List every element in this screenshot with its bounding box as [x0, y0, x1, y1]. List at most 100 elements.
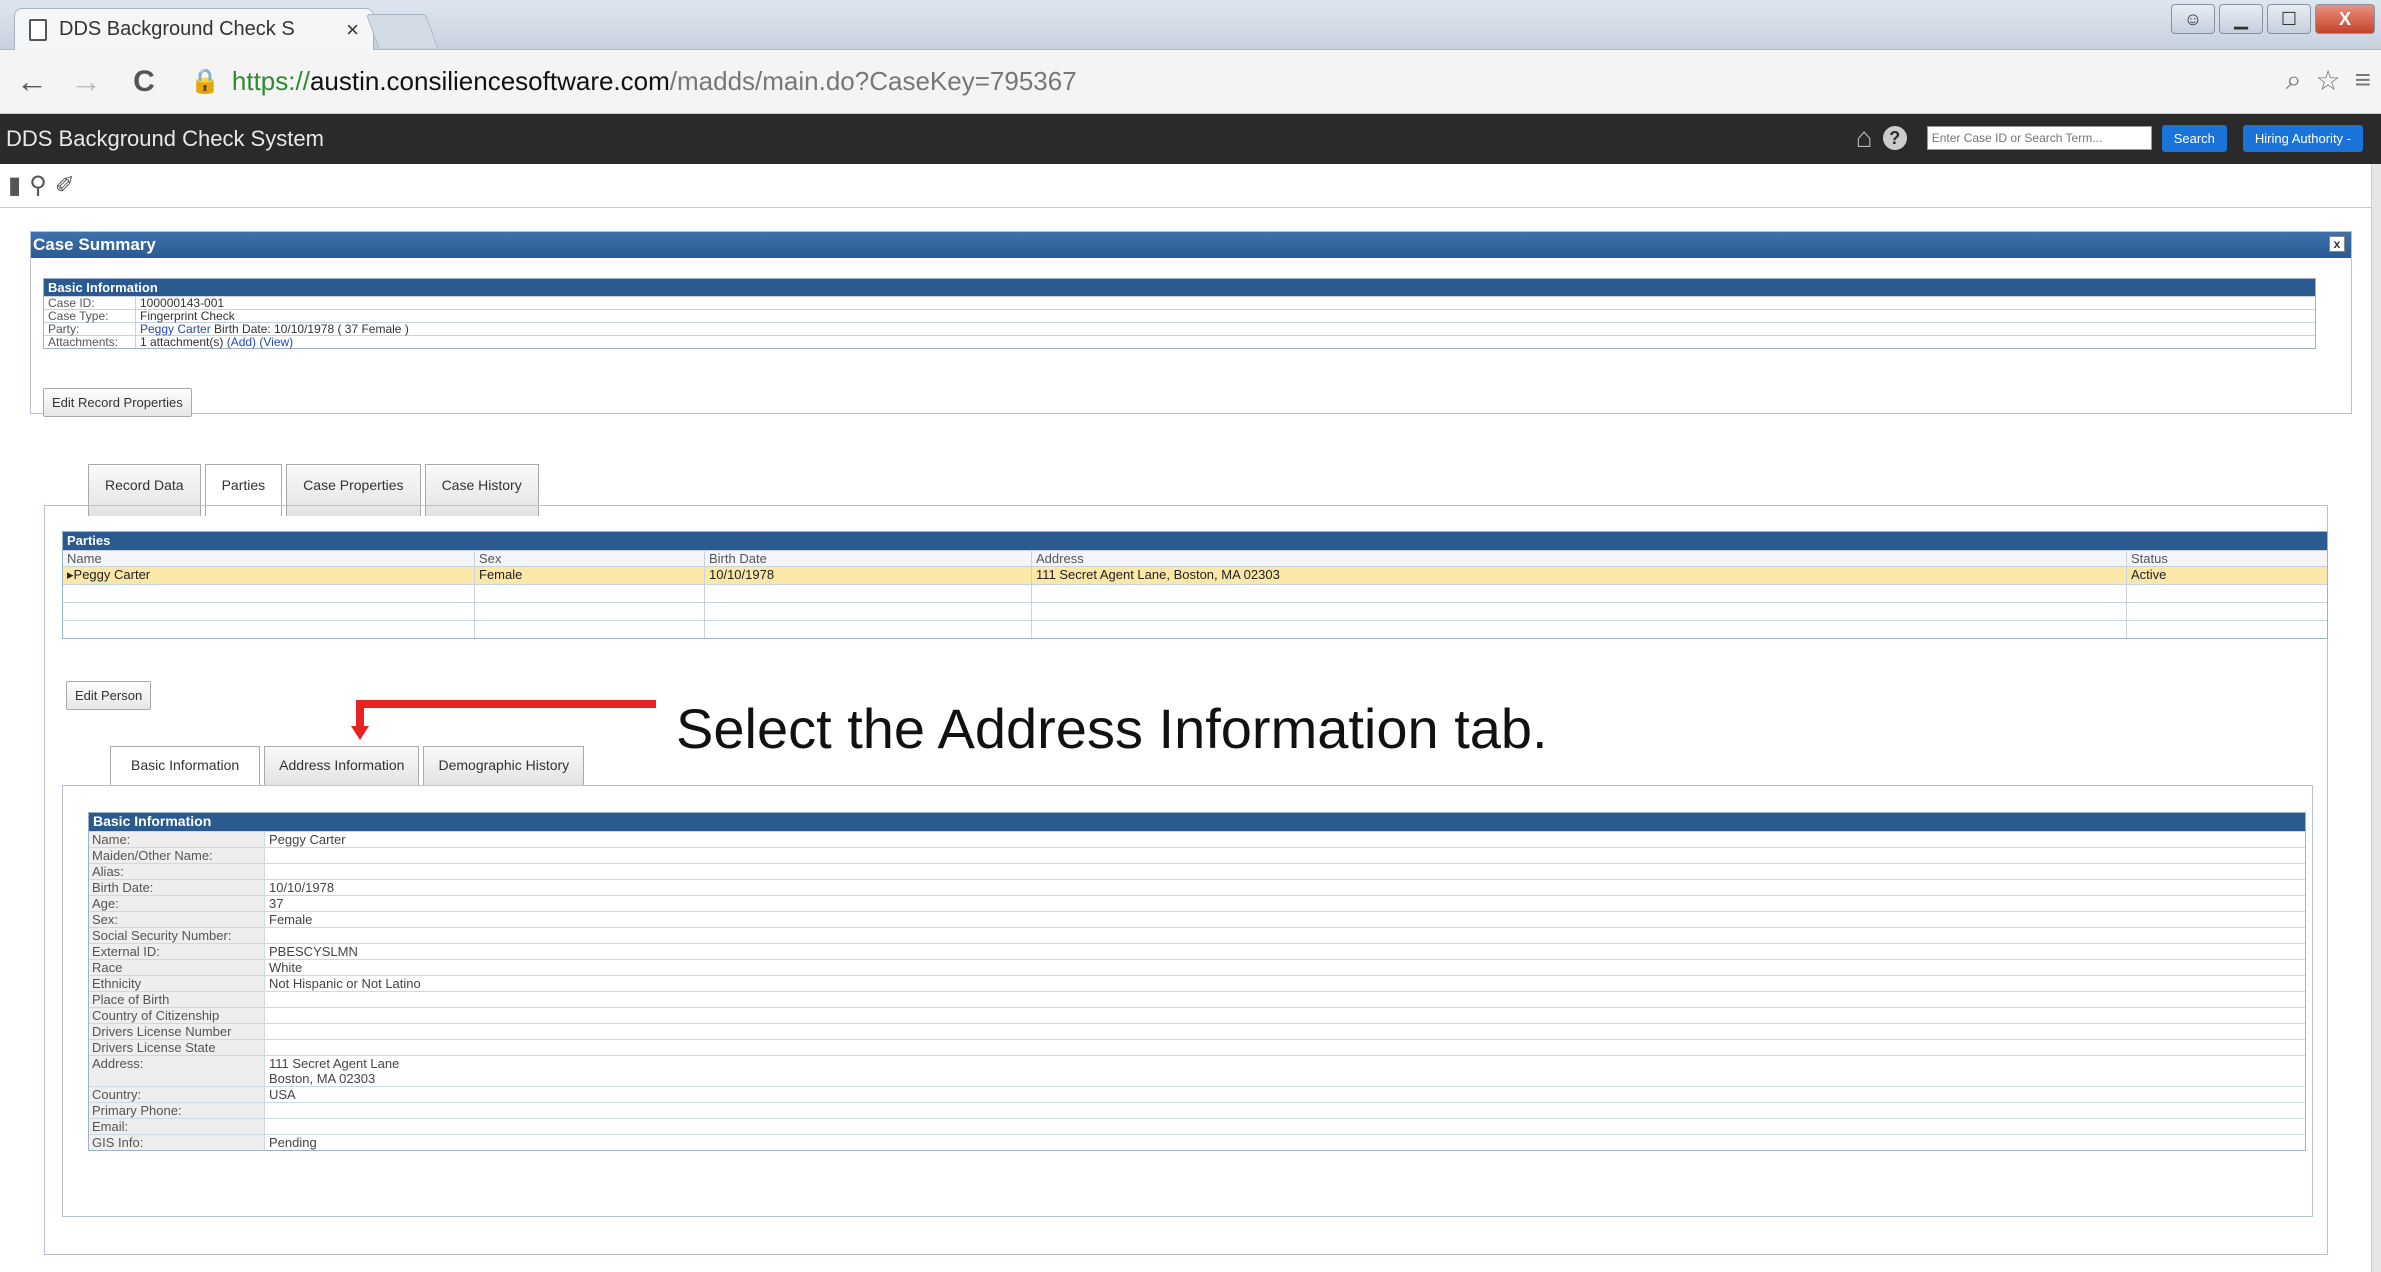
case-type-value: Fingerprint Check	[140, 309, 235, 323]
empty-table-row	[63, 584, 2327, 602]
detail-value: 10/10/1978	[269, 880, 335, 895]
detail-row: Drivers License Number	[89, 1023, 2305, 1039]
detail-row: Birth Date: 10/10/1978	[89, 879, 2305, 895]
detail-row: Age: 37	[89, 895, 2305, 911]
url-field[interactable]: 🔒 https:// austin.consiliencesoftware.co…	[190, 66, 1077, 97]
detail-row: Country of Citizenship	[89, 1007, 2305, 1023]
info-label: Attachments:	[44, 336, 136, 349]
party-value: Peggy Carter Birth Date: 10/10/1978 ( 37…	[136, 322, 409, 336]
page-scrollbar[interactable]	[2371, 164, 2381, 1272]
column-header-name[interactable]: Name	[63, 551, 475, 566]
detail-label: Country:	[89, 1087, 265, 1102]
minimize-icon[interactable]: ▁	[2219, 4, 2263, 34]
column-header-birth-date[interactable]: Birth Date	[705, 551, 1032, 566]
detail-row: Country: USA	[89, 1086, 2305, 1102]
url-scheme: https://	[231, 66, 310, 96]
attachments-count: 1 attachment(s)	[140, 335, 227, 349]
detail-label: GIS Info:	[89, 1135, 265, 1150]
tab-basic-information[interactable]: Basic Information	[110, 746, 261, 786]
tab-demographic-history[interactable]: Demographic History	[423, 746, 585, 786]
detail-label: Social Security Number:	[89, 928, 265, 943]
bookmark-star-icon[interactable]: ☆	[2316, 64, 2341, 97]
detail-value: PBESCYSLMN	[269, 944, 358, 959]
detail-value: Peggy Carter	[269, 832, 346, 847]
lock-icon: 🔒	[190, 68, 220, 95]
detail-row: Place of Birth	[89, 991, 2305, 1007]
new-tab-button[interactable]	[365, 14, 439, 48]
document-icon[interactable]: ▮	[8, 171, 21, 200]
view-attachment-link[interactable]: (View)	[259, 335, 293, 349]
browser-titlebar: DDS Background Check S × ☺ ▁ ☐ X	[0, 0, 2381, 50]
home-icon[interactable]: ⌂	[1856, 122, 1873, 154]
help-icon[interactable]: ?	[1882, 126, 1907, 150]
party-link[interactable]: Peggy Carter	[140, 322, 211, 336]
edit-person-button[interactable]: Edit Person	[66, 681, 152, 710]
column-header-sex[interactable]: Sex	[475, 551, 705, 566]
pin-icon[interactable]: ✐	[55, 171, 75, 200]
info-label: Case Type:	[44, 310, 136, 323]
detail-label: Ethnicity	[89, 976, 265, 991]
search-button[interactable]: Search	[2161, 124, 2227, 152]
user-icon[interactable]: ☺	[2171, 4, 2215, 34]
table-row[interactable]: ▸Peggy Carter Female 10/10/1978 111 Secr…	[63, 566, 2327, 584]
annotation-arrow-head-icon	[351, 726, 369, 740]
detail-row: Maiden/Other Name:	[89, 847, 2305, 863]
case-summary-title: Case Summary	[33, 235, 156, 254]
address-bar-actions: ⌕ ☆ ≡	[2286, 64, 2371, 97]
column-header-address[interactable]: Address	[1032, 551, 2127, 566]
tab-address-information[interactable]: Address Information	[264, 746, 420, 786]
tab-close-icon[interactable]: ×	[346, 17, 359, 43]
menu-icon[interactable]: ≡	[2355, 64, 2371, 97]
detail-label: Email:	[89, 1119, 265, 1134]
close-panel-icon[interactable]: x	[2329, 236, 2345, 252]
detail-value	[265, 848, 269, 863]
zoom-icon[interactable]: ⌕	[2286, 64, 2302, 97]
detail-label: Drivers License State	[89, 1040, 265, 1055]
detail-value	[265, 928, 269, 943]
detail-label: External ID:	[89, 944, 265, 959]
parties-grid: Parties Name Sex Birth Date Address Stat…	[62, 531, 2328, 639]
case-id-value: 100000143-001	[140, 296, 225, 310]
search-icon[interactable]: ⚲	[29, 171, 47, 200]
basic-information-table: Basic Information Name: Peggy Carter Maid…	[88, 812, 2306, 1151]
case-summary-header: Case Summary x	[31, 232, 2351, 258]
detail-row: Drivers License State	[89, 1039, 2305, 1055]
edit-record-properties-button[interactable]: Edit Record Properties	[43, 388, 192, 417]
detail-label: Maiden/Other Name:	[89, 848, 265, 863]
info-row: Attachments: 1 attachment(s) (Add) (View…	[44, 335, 2315, 349]
search-input[interactable]	[1926, 126, 2152, 150]
role-menu-button[interactable]: Hiring Authority -	[2242, 124, 2363, 152]
detail-row: Name: Peggy Carter	[89, 831, 2305, 847]
add-attachment-link[interactable]: (Add)	[227, 335, 256, 349]
detail-row: Primary Phone:	[89, 1102, 2305, 1118]
detail-value: Female	[269, 912, 313, 927]
detail-row: Social Security Number:	[89, 927, 2305, 943]
detail-value: Pending	[269, 1135, 317, 1150]
url-host: austin.consiliencesoftware.com	[309, 66, 670, 96]
back-arrow-icon[interactable]: ←	[16, 63, 48, 100]
info-row: Party: Peggy Carter Birth Date: 10/10/19…	[44, 322, 2315, 336]
reload-icon[interactable]: C	[128, 65, 160, 99]
column-header-status[interactable]: Status	[2127, 551, 2327, 566]
detail-label: Alias:	[89, 864, 265, 879]
info-row: Case Type: Fingerprint Check	[44, 309, 2315, 323]
case-summary-panel: Case Summary x Basic Information Case ID…	[30, 231, 2352, 417]
case-basic-info-title: Basic Information	[44, 279, 2315, 296]
app-header-actions: ⌂ ? Search Hiring Authority -	[1856, 122, 2363, 154]
forward-arrow-icon[interactable]: →	[70, 63, 102, 100]
detail-value	[265, 864, 269, 879]
detail-value	[265, 1024, 269, 1039]
detail-value: USA	[269, 1087, 296, 1102]
detail-value: Not Hispanic or Not Latino	[269, 976, 421, 991]
info-label: Case ID:	[44, 297, 136, 310]
window-close-icon[interactable]: X	[2315, 4, 2375, 34]
app-toolbar: ▮ ⚲ ✐	[0, 164, 2381, 208]
maximize-icon[interactable]: ☐	[2267, 4, 2311, 34]
basic-information-title: Basic Information	[89, 813, 2305, 831]
detail-value	[265, 1040, 269, 1055]
detail-value: 37	[269, 896, 284, 911]
party-status-cell: Active	[2131, 567, 2167, 582]
detail-label: Race	[89, 960, 265, 975]
detail-value: 111 Secret Agent Lane Boston, MA 02303	[269, 1056, 400, 1086]
browser-tab[interactable]: DDS Background Check S ×	[14, 8, 374, 50]
